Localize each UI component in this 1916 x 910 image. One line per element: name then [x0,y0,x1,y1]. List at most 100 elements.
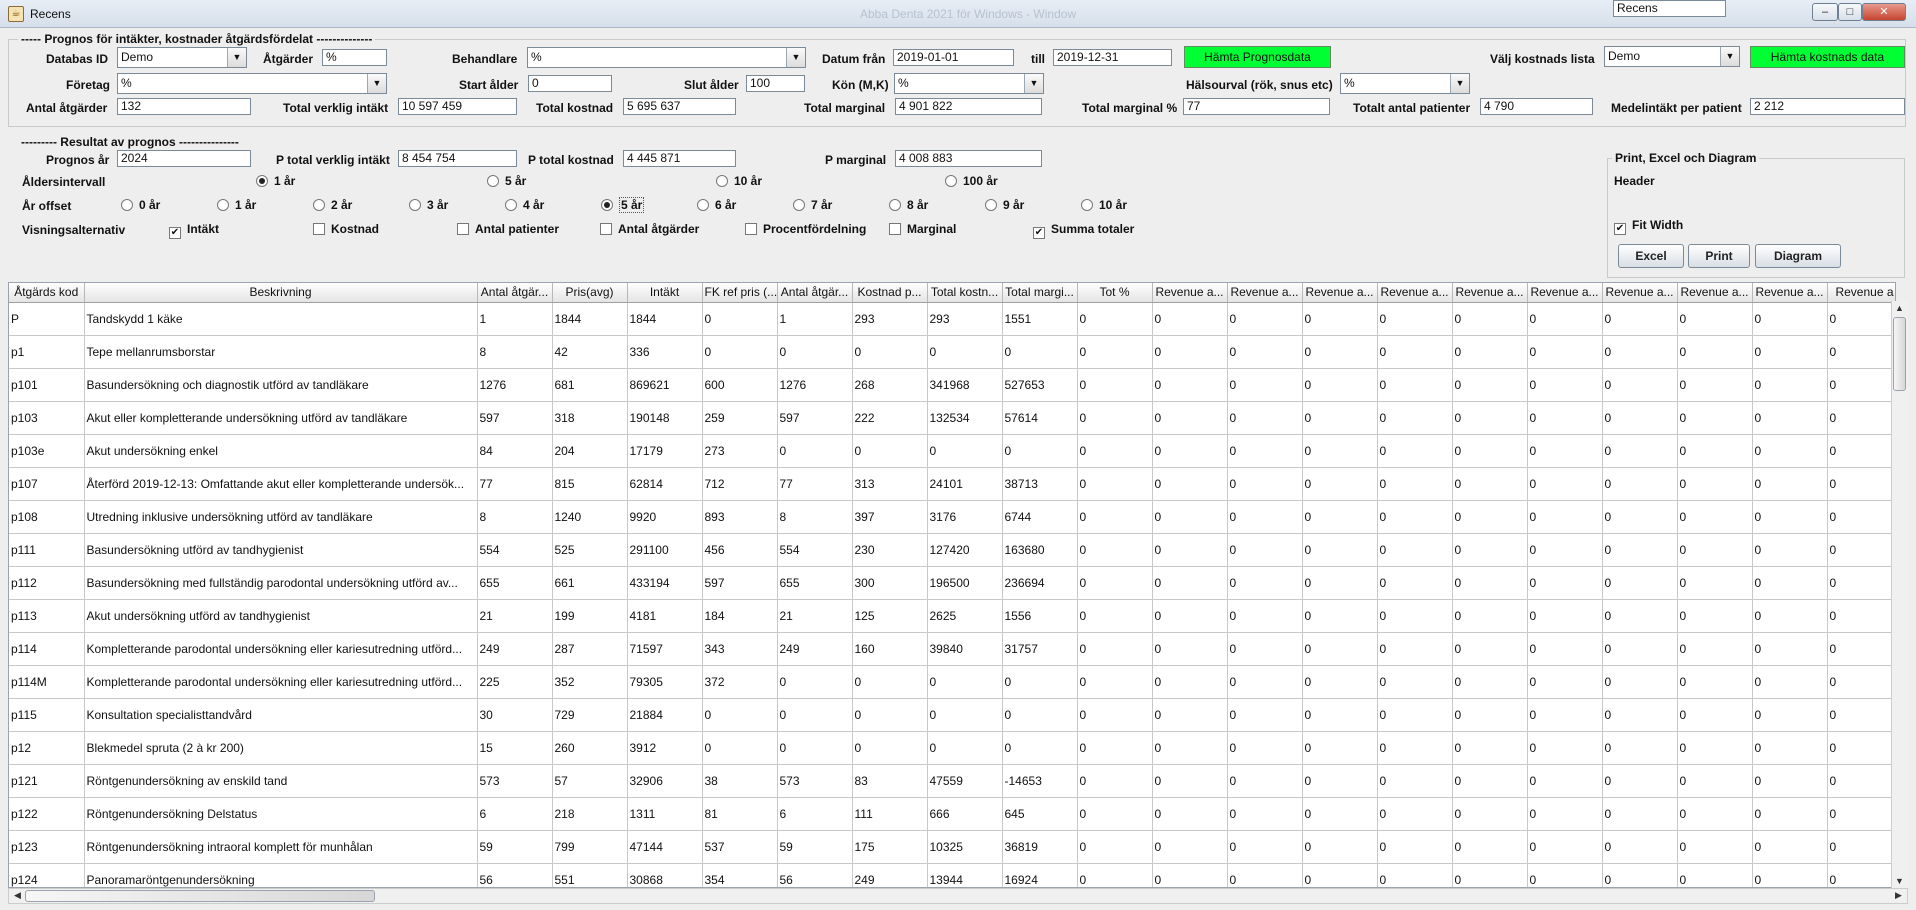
table-cell[interactable]: 0 [1077,632,1153,666]
table-cell[interactable]: 0 [1152,797,1228,831]
table-cell[interactable]: 259 [702,401,778,435]
table-row[interactable]: p108 Utredning inklusive undersökning utf… [9,500,1895,534]
table-cell[interactable]: 1276 [477,368,553,402]
table-cell[interactable]: 0 [1602,335,1678,369]
table-cell[interactable]: 0 [1677,599,1753,633]
table-cell[interactable]: 0 [1452,797,1528,831]
table-cell[interactable]: 0 [1377,434,1453,468]
table-cell[interactable]: p122 [9,797,85,831]
table-cell[interactable]: 57 [552,764,628,798]
table-cell[interactable]: 0 [1377,401,1453,435]
table-cell[interactable]: 59 [477,830,553,864]
table-cell[interactable]: 0 [702,302,778,336]
table-cell[interactable]: Panoramaröntgenundersökning [84,863,478,887]
table-cell[interactable]: 199 [552,599,628,633]
print-button[interactable]: Print [1688,244,1750,268]
table-cell[interactable]: 0 [1677,500,1753,534]
table-cell[interactable]: 0 [1302,830,1378,864]
table-cell[interactable]: 815 [552,467,628,501]
column-header[interactable]: Antal åtgär... [477,283,553,303]
databas-id-combo[interactable]: Demo ▼ [117,47,247,68]
column-header[interactable]: Revenue a... [1752,283,1828,303]
table-cell[interactable]: 127420 [927,533,1003,567]
table-cell[interactable]: 0 [1302,401,1378,435]
table-row[interactable]: p113 Akut undersökning utförd av tandhygi… [9,599,1895,633]
table-cell[interactable]: 0 [1452,830,1528,864]
table-cell[interactable]: 0 [1152,434,1228,468]
chevron-down-icon[interactable]: ▼ [1720,47,1739,66]
table-cell[interactable]: Akut undersökning enkel [84,434,478,468]
table-cell[interactable]: 0 [1452,665,1528,699]
table-cell[interactable]: 222 [852,401,928,435]
table-row[interactable]: p103e Akut undersökning enkel 84 204 17179 27… [9,434,1895,468]
checkbox-icon[interactable] [600,223,612,235]
table-cell[interactable]: 0 [1227,500,1303,534]
table-cell[interactable]: 0 [1527,368,1603,402]
table-cell[interactable]: 0 [1227,302,1303,336]
table-cell[interactable]: Basundersökning utförd av tandhygienist [84,533,478,567]
table-row[interactable]: p121 Röntgenundersökning av enskild tand 5… [9,764,1895,798]
table-cell[interactable]: 0 [1302,302,1378,336]
table-cell[interactable]: 341968 [927,368,1003,402]
table-cell[interactable]: 573 [477,764,553,798]
table-cell[interactable]: p1 [9,335,85,369]
table-cell[interactable]: 0 [1527,698,1603,732]
table-cell[interactable]: 0 [1302,698,1378,732]
table-cell[interactable]: Återförd 2019-12-13: Omfattande akut ell… [84,467,478,501]
table-cell[interactable]: 655 [477,566,553,600]
table-cell[interactable]: 0 [1827,599,1895,633]
radio-button-icon[interactable] [217,199,229,211]
table-cell[interactable]: 0 [1602,599,1678,633]
table-cell[interactable]: 0 [1077,797,1153,831]
table-cell[interactable]: 0 [1527,401,1603,435]
table-row[interactable]: p112 Basundersökning med fullständig paro… [9,566,1895,600]
table-cell[interactable]: 0 [1677,566,1753,600]
checkbox-icon[interactable] [889,223,901,235]
table-cell[interactable]: 0 [1152,863,1228,887]
table-cell[interactable]: Kompletterande parodontal undersökning e… [84,665,478,699]
table-cell[interactable]: 0 [1152,467,1228,501]
column-header[interactable]: FK ref pris (... [702,283,778,303]
ar-offset-option[interactable]: 9 år [985,198,1024,212]
table-cell[interactable]: 318 [552,401,628,435]
table-cell[interactable]: 0 [1227,533,1303,567]
table-cell[interactable]: 0 [852,731,928,765]
table-cell[interactable]: 249 [477,632,553,666]
vertical-scrollbar[interactable]: ▲ ▼ [1891,301,1908,888]
table-cell[interactable]: 293 [852,302,928,336]
table-cell[interactable]: 0 [1527,764,1603,798]
table-cell[interactable]: 0 [1377,566,1453,600]
halsourval-combo[interactable]: % ▼ [1340,73,1470,94]
table-cell[interactable]: 0 [1227,467,1303,501]
table-cell[interactable]: Utredning inklusive undersökning utförd … [84,500,478,534]
table-cell[interactable]: 551 [552,863,628,887]
table-cell[interactable]: 0 [1677,764,1753,798]
table-cell[interactable]: 0 [1827,467,1895,501]
table-cell[interactable]: 0 [1752,566,1828,600]
table-cell[interactable]: 0 [1452,500,1528,534]
table-cell[interactable]: 31757 [1002,632,1078,666]
table-cell[interactable]: 0 [1152,368,1228,402]
table-row[interactable]: p114 Kompletterande parodontal undersökni… [9,632,1895,666]
table-cell[interactable]: 84 [477,434,553,468]
table-cell[interactable]: 260 [552,731,628,765]
table-cell[interactable]: 0 [927,665,1003,699]
table-cell[interactable]: 21 [477,599,553,633]
chevron-down-icon[interactable]: ▼ [786,48,805,67]
start-alder-field[interactable]: 0 [528,75,612,92]
table-cell[interactable]: 0 [1827,863,1895,887]
table-cell[interactable]: Tepe mellanrumsborstar [84,335,478,369]
table-cell[interactable]: 71597 [627,632,703,666]
table-cell[interactable]: 8 [777,500,853,534]
table-cell[interactable]: 0 [1677,830,1753,864]
table-cell[interactable]: 0 [1827,764,1895,798]
table-cell[interactable]: 79305 [627,665,703,699]
table-cell[interactable]: 0 [1152,698,1228,732]
table-cell[interactable]: 0 [1527,500,1603,534]
table-cell[interactable]: 0 [1077,764,1153,798]
table-cell[interactable]: 1276 [777,368,853,402]
table-row[interactable]: P Tandskydd 1 käke 1 1844 1844 0 1 293 293 1551 0 0… [9,302,1895,336]
horizontal-scroll-thumb[interactable] [25,890,375,902]
table-cell[interactable]: p112 [9,566,85,600]
visning-checkbox-antal-atgarder[interactable]: Antal åtgärder [600,222,699,236]
